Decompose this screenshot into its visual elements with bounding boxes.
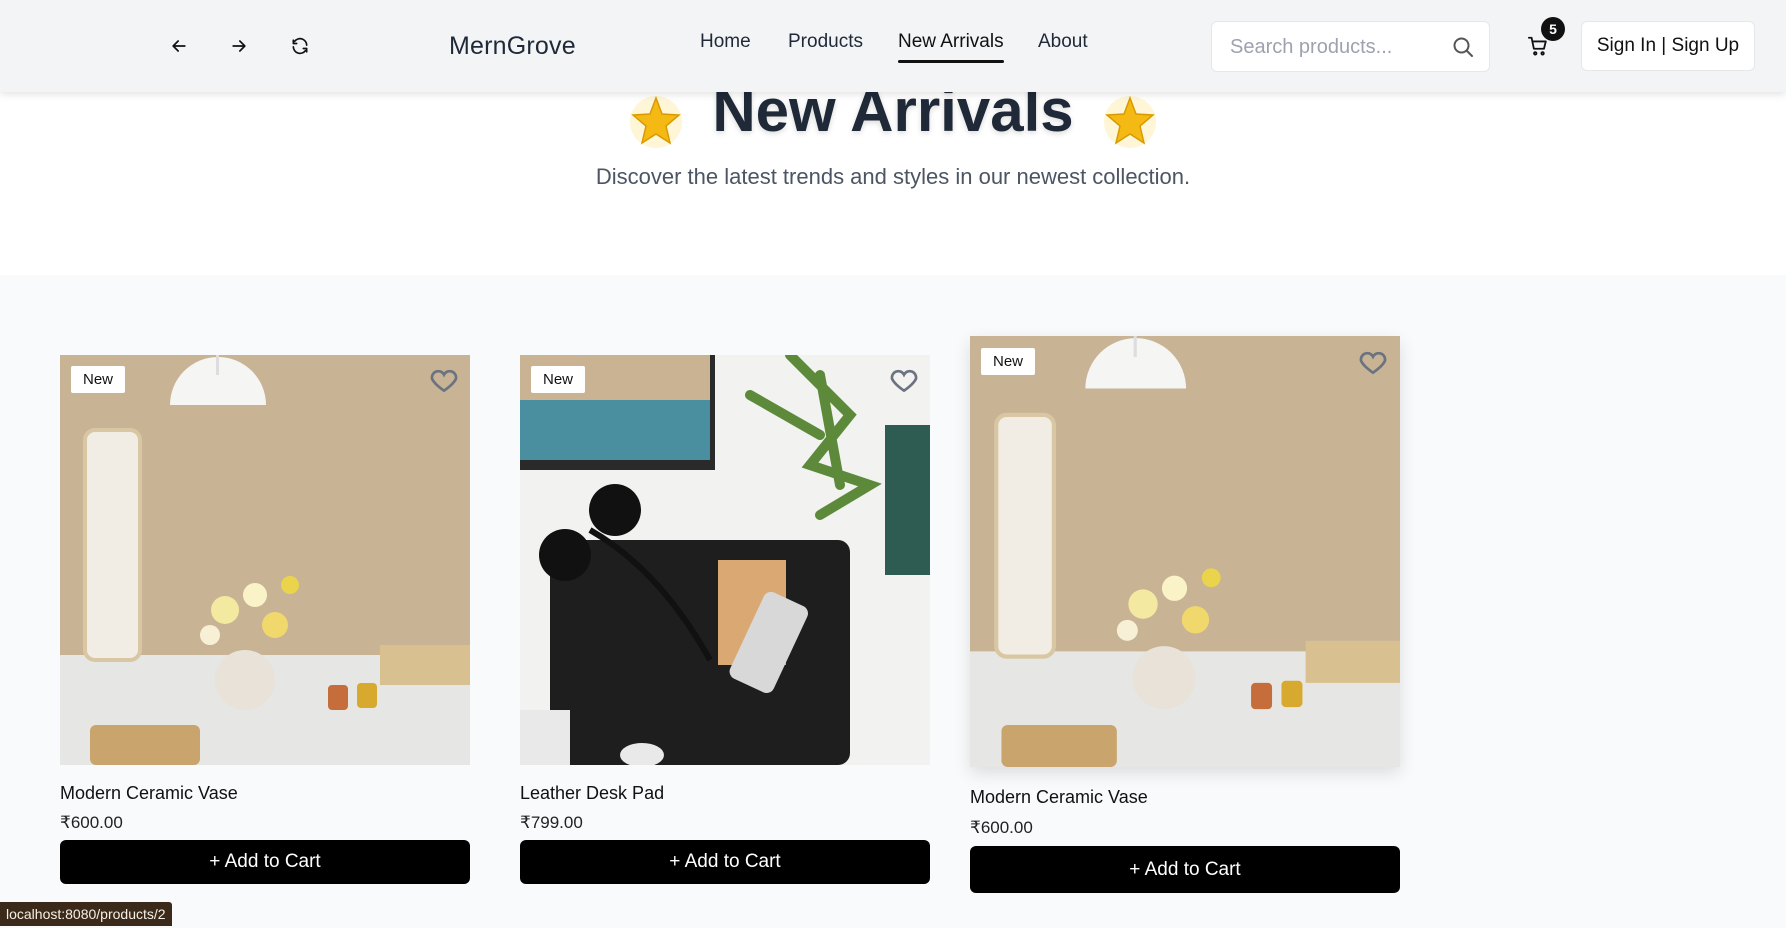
product-name[interactable]: Leather Desk Pad [520, 783, 664, 804]
new-badge: New [981, 348, 1036, 375]
nav-home[interactable]: Home [700, 31, 751, 53]
product-name[interactable]: Modern Ceramic Vase [970, 787, 1148, 808]
add-to-cart-button[interactable]: + Add to Cart [970, 846, 1400, 893]
status-bar-url: localhost:8080/products/2 [0, 902, 172, 926]
new-badge: New [531, 366, 586, 393]
page-title: New Arrivals [712, 77, 1074, 144]
arrow-left-icon [172, 40, 186, 52]
back-button[interactable] [161, 28, 197, 64]
nav-about[interactable]: About [1038, 31, 1088, 53]
add-to-cart-button[interactable]: + Add to Cart [60, 840, 470, 884]
heart-icon [430, 369, 458, 393]
product-price: ₹600.00 [970, 818, 1033, 837]
add-to-cart-button[interactable]: + Add to Cart [520, 840, 930, 884]
nav-products[interactable]: Products [788, 31, 863, 53]
product-price: ₹799.00 [520, 813, 583, 832]
star-icon [1103, 95, 1156, 148]
search-icon[interactable] [1451, 35, 1475, 59]
refresh-icon [292, 37, 308, 55]
wishlist-button[interactable] [428, 364, 460, 396]
cart-count-badge: 5 [1541, 17, 1565, 41]
nav-new-arrivals[interactable]: New Arrivals [898, 31, 1004, 63]
product-price: ₹600.00 [60, 813, 123, 832]
page-subtitle: Discover the latest trends and styles in… [595, 164, 1191, 189]
sign-in-button[interactable]: Sign In | Sign Up [1581, 21, 1755, 71]
top-navbar: MernGrove Home Products New Arrivals Abo… [0, 0, 1786, 92]
star-icon [630, 95, 683, 148]
brand-logo[interactable]: MernGrove [449, 32, 576, 61]
heart-icon [1359, 351, 1387, 375]
hero-title-row: New Arrivals [0, 81, 1786, 152]
new-badge: New [71, 366, 126, 393]
wishlist-button[interactable] [888, 364, 920, 396]
hero-section: New Arrivals Discover the latest trends … [0, 81, 1786, 275]
wishlist-button[interactable] [1357, 346, 1389, 378]
product-image[interactable] [970, 336, 1400, 767]
search-input[interactable] [1230, 34, 1440, 60]
product-image[interactable] [60, 355, 470, 765]
product-image[interactable] [520, 355, 930, 765]
product-name[interactable]: Modern Ceramic Vase [60, 783, 238, 804]
reload-button[interactable] [282, 28, 318, 64]
heart-icon [890, 369, 918, 393]
arrow-right-icon [232, 40, 246, 52]
search-box [1211, 21, 1490, 72]
forward-button[interactable] [221, 28, 257, 64]
